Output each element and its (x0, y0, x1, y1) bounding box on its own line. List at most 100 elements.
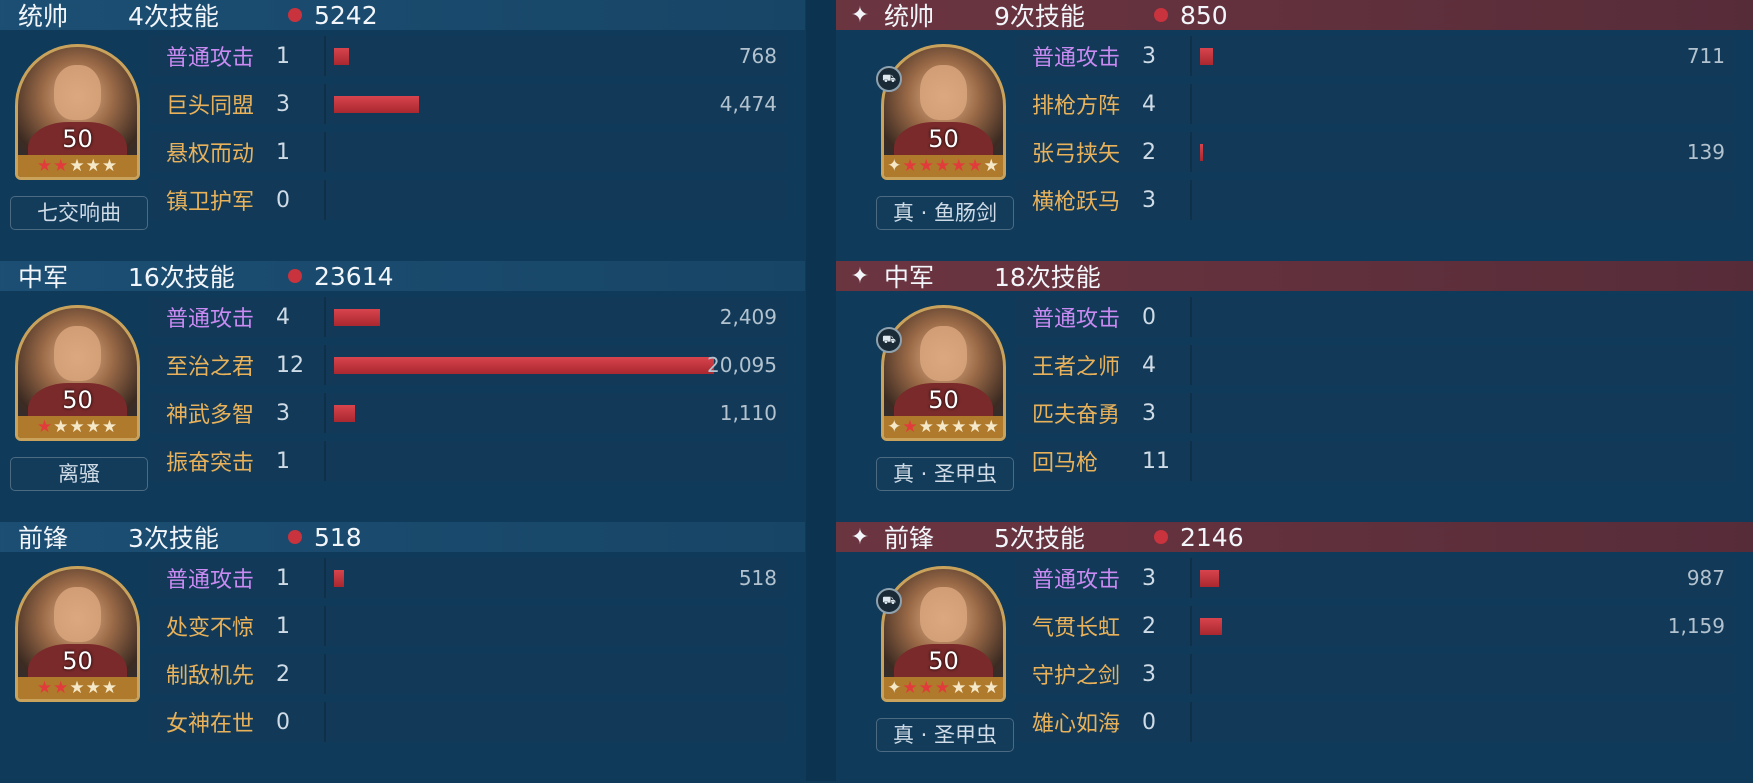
skill-row[interactable]: 普通攻击 4 2,409 (150, 293, 805, 341)
row-separator (324, 441, 326, 481)
damage-bar (334, 48, 349, 65)
skill-count: 2 (276, 661, 290, 687)
skill-row[interactable]: 普通攻击 3 711 (1016, 32, 1753, 80)
row-separator (1190, 180, 1192, 220)
equipment-tag[interactable]: 真 · 鱼肠剑 (876, 196, 1014, 230)
skill-count: 3 (276, 91, 290, 117)
hero-level: 50 (62, 125, 93, 153)
hero-level: 50 (928, 386, 959, 414)
skill-row[interactable]: 张弓挟矢 2 139 (1016, 128, 1753, 176)
hero-body: 50 ★ ★ ★ ★ ★ 离骚 普通攻击 4 2,409 至治之君 12 20,095 神武多智 3 1,11… (0, 293, 805, 522)
skill-count: 3 (1142, 661, 1156, 687)
skill-damage-value: 768 (738, 44, 777, 68)
total-damage: 5242 (288, 1, 378, 30)
section-header: 统帅 4次技能 5242 (0, 0, 805, 31)
section-header: 中军 16次技能 23614 (0, 261, 805, 292)
star-icon: ★ (69, 678, 86, 698)
hero-portrait[interactable]: 50 ✦ ★ ★ ★ ★ ★ ★ (881, 305, 1006, 441)
skill-count: 1 (276, 139, 290, 165)
skill-row[interactable]: 悬权而动 1 (150, 128, 805, 176)
row-separator (1190, 297, 1192, 337)
hero-star-rating: ✦ ★ ★ ★ ★ ★ ★ (884, 677, 1003, 699)
hero-portrait[interactable]: 50 ★ ★ ★ ★ ★ (15, 305, 140, 441)
damage-bar (1200, 48, 1214, 65)
sparkle-icon: ✦ (850, 263, 870, 289)
hero-body: ⛟ 50 ✦ ★ ★ ★ ★ ★ ★ 真 · 圣甲虫 普通攻击 3 987 气贯长虹 2 1,159 守护之剑 3… (836, 554, 1753, 783)
total-damage: 850 (1154, 1, 1228, 30)
skill-row[interactable]: 王者之师 4 (1016, 341, 1753, 389)
skill-cast-count: 16次技能 (128, 263, 235, 292)
equipment-tag[interactable]: 离骚 (10, 457, 148, 491)
skill-name: 匹夫奋勇 (1032, 403, 1121, 428)
skill-row[interactable]: 振奋突击 1 (150, 437, 805, 485)
right-team-panel: ✦ 统帅 9次技能 850 ⛟ 50 ✦ ★ ★ ★ ★ ★ ★ 真 · 鱼肠剑 普通攻击 3 711 排枪方阵 4… (836, 0, 1753, 781)
skill-row[interactable]: 巨头同盟 3 4,474 (150, 80, 805, 128)
skill-list: 普通攻击 0 王者之师 4 匹夫奋勇 3 回马枪 11 (1016, 293, 1753, 485)
damage-bar-area (1200, 341, 1725, 389)
skill-row[interactable]: 普通攻击 1 768 (150, 32, 805, 80)
hero-role: 中军 (884, 263, 935, 292)
skill-row[interactable]: 横枪跃马 3 (1016, 176, 1753, 224)
skill-name: 雄心如海 (1032, 712, 1121, 737)
hero-star-rating: ✦ ★ ★ ★ ★ ★ ★ (884, 155, 1003, 177)
star-icon: ★ (918, 417, 935, 437)
hero-face (919, 587, 968, 642)
skill-name: 镇卫护军 (166, 190, 255, 215)
skill-count: 2 (1142, 613, 1156, 639)
damage-bar (334, 570, 344, 587)
skill-row[interactable]: 雄心如海 0 (1016, 698, 1753, 746)
skill-row[interactable]: 匹夫奋勇 3 (1016, 389, 1753, 437)
damage-bar-area: 1,110 (334, 389, 777, 437)
skill-name: 振奋突击 (166, 451, 255, 476)
damage-bar-area (334, 650, 777, 698)
section-header: 前锋 3次技能 518 (0, 522, 805, 553)
row-separator (324, 654, 326, 694)
skill-row[interactable]: 气贯长虹 2 1,159 (1016, 602, 1753, 650)
star-icon: ★ (983, 417, 1000, 437)
skill-row[interactable]: 处变不惊 1 (150, 602, 805, 650)
damage-bar (334, 357, 714, 374)
star-icon: ★ (934, 678, 952, 698)
skill-name: 排枪方阵 (1032, 94, 1121, 119)
hero-portrait[interactable]: 50 ★ ★ ★ ★ ★ (15, 566, 140, 702)
skill-row[interactable]: 排枪方阵 4 (1016, 80, 1753, 128)
hero-portrait[interactable]: 50 ✦ ★ ★ ★ ★ ★ ★ (881, 44, 1006, 180)
skill-row[interactable]: 至治之君 12 20,095 (150, 341, 805, 389)
skill-count: 4 (1142, 91, 1156, 117)
equipment-tag[interactable]: 真 · 圣甲虫 (876, 718, 1014, 752)
total-damage: 518 (288, 523, 362, 552)
row-separator (1190, 393, 1192, 433)
hero-portrait[interactable]: 50 ✦ ★ ★ ★ ★ ★ ★ (881, 566, 1006, 702)
total-damage-value: 2146 (1180, 522, 1244, 552)
damage-dot-icon (288, 269, 302, 283)
skill-row[interactable]: 普通攻击 1 518 (150, 554, 805, 602)
skill-row[interactable]: 普通攻击 0 (1016, 293, 1753, 341)
equipment-tag[interactable]: 真 · 圣甲虫 (876, 457, 1014, 491)
skill-row[interactable]: 普通攻击 3 987 (1016, 554, 1753, 602)
skill-row[interactable]: 制敌机先 2 (150, 650, 805, 698)
damage-bar-area (1200, 389, 1725, 437)
skill-row[interactable]: 守护之剑 3 (1016, 650, 1753, 698)
skill-row[interactable]: 镇卫护军 0 (150, 176, 805, 224)
skill-row[interactable]: 女神在世 0 (150, 698, 805, 746)
skill-row[interactable]: 回马枪 11 (1016, 437, 1753, 485)
star-icon: ★ (902, 678, 919, 698)
total-damage-value: 850 (1180, 0, 1228, 30)
skill-name: 悬权而动 (166, 142, 255, 167)
skill-cast-count: 4次技能 (128, 2, 219, 31)
star-icon: ★ (36, 678, 54, 698)
row-separator (324, 36, 326, 76)
sparkle-icon: ✦ (850, 524, 870, 550)
skill-name: 回马枪 (1032, 451, 1099, 476)
hero-portrait[interactable]: 50 ★ ★ ★ ★ ★ (15, 44, 140, 180)
row-separator (1190, 558, 1192, 598)
damage-bar-area: 20,095 (334, 341, 777, 389)
skill-count: 3 (1142, 565, 1156, 591)
skill-row[interactable]: 神武多智 3 1,110 (150, 389, 805, 437)
skill-cast-count: 9次技能 (994, 2, 1085, 31)
damage-bar (334, 96, 419, 113)
star-icon: ★ (36, 156, 54, 176)
equipment-tag[interactable]: 七交响曲 (10, 196, 148, 230)
star-icon: ★ (983, 678, 1000, 698)
troop-type-icon: ⛟ (876, 327, 902, 353)
